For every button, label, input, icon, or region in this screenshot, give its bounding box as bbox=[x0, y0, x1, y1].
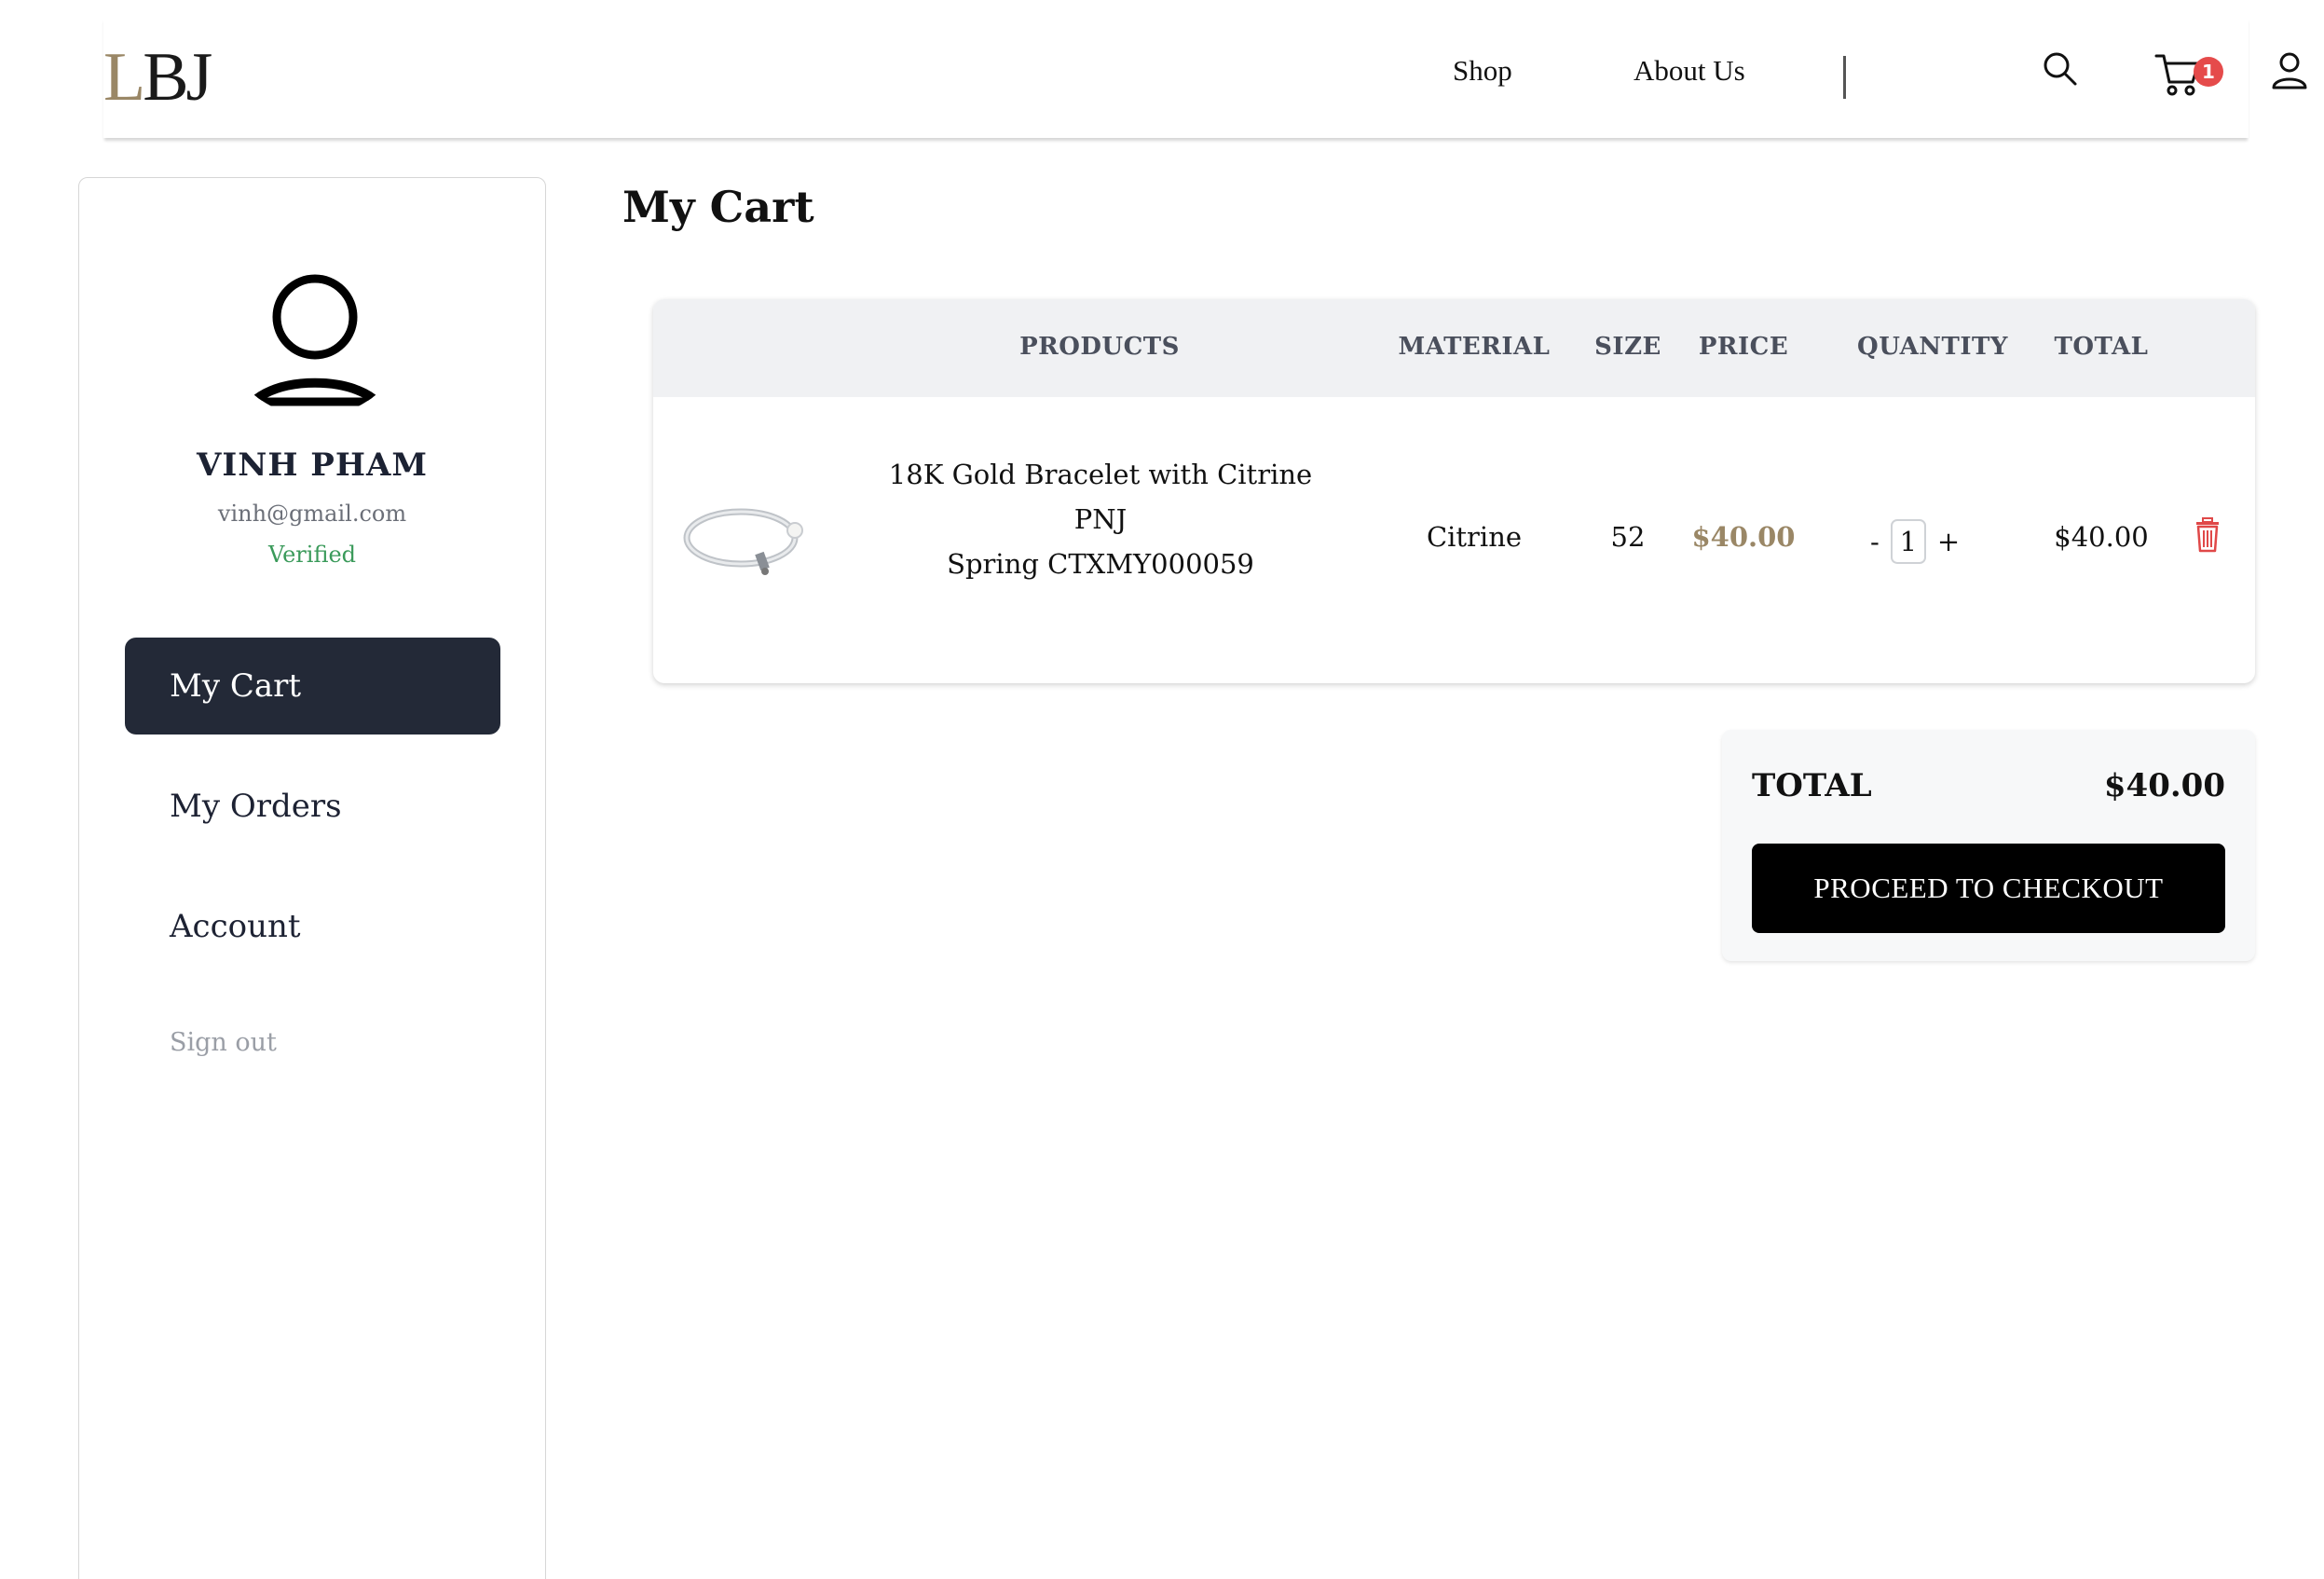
page: LBJ Shop About Us 1 VINH PHAM vinh@gmail… bbox=[0, 0, 2324, 1579]
product-name-line-1: 18K Gold Bracelet with Citrine PNJ bbox=[888, 459, 1313, 535]
header-material: MATERIAL bbox=[1398, 333, 1551, 361]
header-total: TOTAL bbox=[2054, 333, 2149, 361]
row-total: $40.00 bbox=[2054, 521, 2149, 553]
cart-table-header: PRODUCTS MATERIAL SIZE PRICE QUANTITY TO… bbox=[653, 299, 2255, 397]
logo-letters-bj: BJ bbox=[143, 39, 212, 116]
quantity-input[interactable]: 1 bbox=[1890, 519, 1926, 564]
nav-shop-link[interactable]: Shop bbox=[1453, 54, 1512, 88]
logo-letter-l: L bbox=[103, 39, 145, 116]
user-avatar-icon bbox=[219, 225, 411, 417]
sidebar-item-my-orders[interactable]: My Orders bbox=[125, 758, 500, 855]
header-size: SIZE bbox=[1594, 333, 1661, 361]
brand-logo[interactable]: LBJ bbox=[103, 43, 212, 112]
nav-about-link[interactable]: About Us bbox=[1634, 54, 1745, 88]
header-quantity: QUANTITY bbox=[1857, 333, 2008, 361]
proceed-to-checkout-button[interactable]: PROCEED TO CHECKOUT bbox=[1752, 844, 2225, 933]
summary-total-value: $40.00 bbox=[2103, 767, 2225, 804]
summary-total-label: TOTAL bbox=[1752, 767, 1872, 804]
sidebar-item-account[interactable]: Account bbox=[125, 878, 500, 975]
sign-out-link[interactable]: Sign out bbox=[170, 1028, 277, 1057]
user-name: VINH PHAM bbox=[196, 446, 429, 484]
increase-quantity-button[interactable]: + bbox=[1937, 526, 1960, 557]
cart-table: PRODUCTS MATERIAL SIZE PRICE QUANTITY TO… bbox=[653, 299, 2255, 683]
cart-count-badge: 1 bbox=[2194, 57, 2223, 87]
header-price: PRICE bbox=[1698, 333, 1789, 361]
verified-status: Verified bbox=[267, 542, 357, 568]
product-material: Citrine bbox=[1426, 521, 1523, 553]
product-price: $40.00 bbox=[1691, 521, 1796, 553]
product-name[interactable]: 18K Gold Bracelet with Citrine PNJ Sprin… bbox=[886, 452, 1315, 586]
header-products: PRODUCTS bbox=[1019, 333, 1180, 361]
account-sidebar: VINH PHAM vinh@gmail.com Verified My Car… bbox=[78, 177, 546, 1579]
trash-icon[interactable] bbox=[2194, 517, 2221, 556]
user-email: vinh@gmail.com bbox=[217, 501, 407, 527]
sidebar-item-my-cart[interactable]: My Cart bbox=[125, 638, 500, 735]
product-size: 52 bbox=[1610, 521, 1646, 553]
product-image[interactable] bbox=[681, 495, 812, 588]
page-title: My Cart bbox=[622, 182, 814, 232]
user-icon[interactable] bbox=[2269, 50, 2310, 95]
order-summary: TOTAL $40.00 PROCEED TO CHECKOUT bbox=[1722, 730, 2255, 961]
top-navbar: LBJ Shop About Us 1 bbox=[103, 17, 2307, 138]
product-name-line-2: Spring CTXMY000059 bbox=[947, 548, 1254, 580]
quantity-stepper: - 1 + bbox=[1870, 519, 1960, 564]
nav-divider bbox=[1843, 56, 1846, 99]
search-icon[interactable] bbox=[2042, 50, 2079, 91]
decrease-quantity-button[interactable]: - bbox=[1870, 526, 1880, 557]
